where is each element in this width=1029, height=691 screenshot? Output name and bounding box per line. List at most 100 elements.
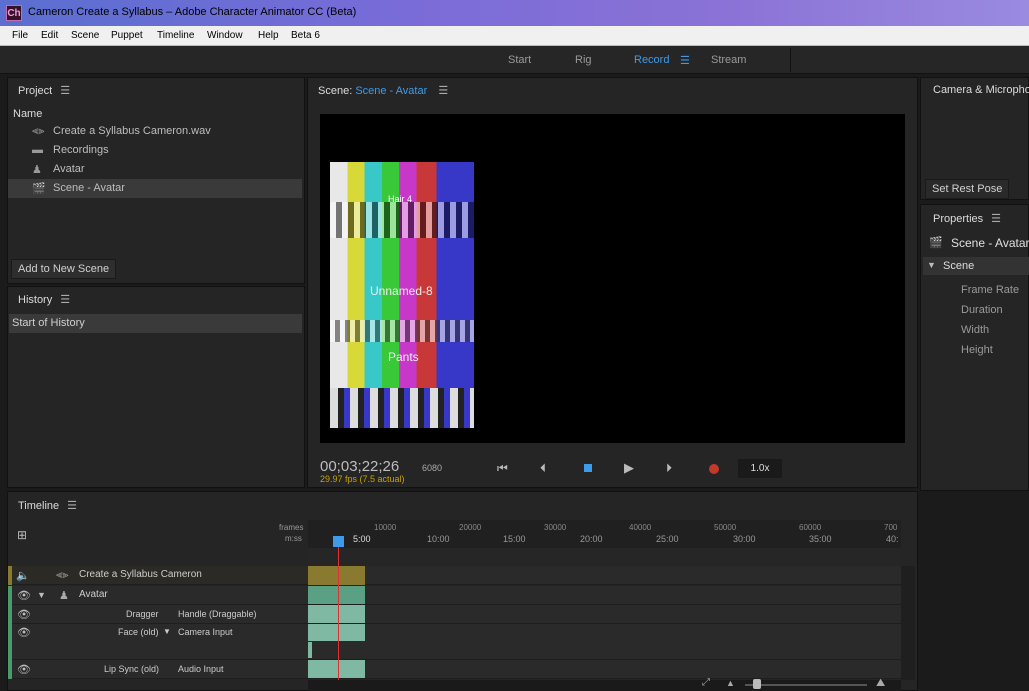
panel-menu-icon[interactable]: ☰ bbox=[67, 499, 77, 512]
vertical-scrollbar[interactable] bbox=[901, 566, 915, 680]
chevron-down-icon[interactable]: ▼ bbox=[37, 590, 46, 600]
menu-edit[interactable]: Edit bbox=[41, 30, 58, 41]
time-tick: 10:00 bbox=[427, 534, 450, 544]
glitch-band bbox=[330, 202, 474, 238]
chevron-down-icon: ▼ bbox=[927, 260, 936, 270]
zoom-fit-icon[interactable]: ⤢ bbox=[702, 677, 710, 688]
eye-icon[interactable]: 👁 bbox=[17, 589, 31, 602]
workspace-rig[interactable]: Rig bbox=[575, 54, 592, 66]
menu-icon[interactable]: ☰ bbox=[680, 54, 690, 67]
audio-clip[interactable] bbox=[308, 566, 365, 585]
behavior-clip[interactable] bbox=[308, 624, 365, 641]
track-color-bar bbox=[8, 624, 12, 660]
track-lane[interactable] bbox=[308, 566, 901, 585]
frame-tick: 50000 bbox=[714, 523, 737, 532]
stop-icon[interactable] bbox=[584, 464, 592, 472]
frame-tick: 60000 bbox=[799, 523, 822, 532]
timecode[interactable]: 00;03;22;26 bbox=[320, 458, 399, 475]
track-lane[interactable] bbox=[308, 624, 901, 660]
track-lane[interactable] bbox=[308, 605, 901, 624]
track-header[interactable]: 👁 Lip Sync (old) Audio Input bbox=[8, 660, 308, 679]
workspace-start[interactable]: Start bbox=[508, 54, 531, 66]
time-label: m:ss bbox=[285, 534, 302, 543]
track-color-bar bbox=[8, 660, 12, 679]
puppet-clip[interactable] bbox=[308, 586, 365, 604]
properties-panel: Properties ☰ 🎬 Scene - Avatar ▼ Scene Fra… bbox=[920, 204, 1029, 491]
section-header[interactable]: ▼ Scene bbox=[923, 257, 1029, 275]
go-to-start-icon[interactable]: ⏮ bbox=[497, 461, 508, 476]
time-tick: 40: bbox=[886, 534, 899, 544]
workspace-bar: Start Rig Record ☰ Stream bbox=[0, 46, 1029, 74]
panel-menu-icon[interactable]: ☰ bbox=[991, 212, 1001, 225]
chevron-down-icon[interactable]: ▼ bbox=[163, 627, 171, 636]
eye-icon[interactable]: 👁 bbox=[17, 608, 31, 621]
step-back-icon[interactable]: ⏴ bbox=[540, 461, 546, 476]
puppet-icon: ♟ bbox=[32, 164, 42, 176]
track-lane[interactable] bbox=[308, 660, 901, 679]
app-logo: Ch bbox=[6, 5, 22, 21]
workspace-stream[interactable]: Stream bbox=[711, 54, 746, 66]
menu-bar: File Edit Scene Puppet Timeline Window H… bbox=[0, 26, 1029, 46]
project-item[interactable]: ♟ Avatar bbox=[8, 160, 302, 179]
zoom-slider[interactable] bbox=[745, 684, 867, 686]
behavior-clip[interactable] bbox=[308, 660, 365, 678]
menu-help[interactable]: Help bbox=[258, 30, 279, 41]
property-label: Duration bbox=[961, 304, 1003, 316]
audio-waveform-icon: ⫷⫸ bbox=[56, 569, 69, 581]
track-lane[interactable] bbox=[308, 586, 901, 605]
set-rest-pose-button[interactable]: Set Rest Pose bbox=[925, 179, 1010, 199]
scene-name[interactable]: Scene - Avatar bbox=[355, 85, 427, 97]
layer-label: Hair 4 bbox=[388, 194, 413, 204]
eye-icon[interactable]: 👁 bbox=[17, 626, 31, 639]
ruler-spacer bbox=[308, 548, 901, 565]
puppet-preview[interactable]: Hair 4 Unnamed-8 Pants bbox=[330, 162, 474, 428]
menu-timeline[interactable]: Timeline bbox=[157, 30, 194, 41]
property-label: Width bbox=[961, 324, 990, 336]
take-clip[interactable] bbox=[308, 642, 312, 658]
track-header[interactable]: 🔈 ⫷⫸ Create a Syllabus Cameron bbox=[8, 566, 308, 585]
play-icon[interactable]: ▶ bbox=[624, 460, 634, 476]
panel-menu-icon[interactable]: ☰ bbox=[60, 293, 70, 306]
zoom-slider-handle[interactable] bbox=[753, 679, 761, 689]
panel-menu-icon[interactable]: ☰ bbox=[60, 84, 70, 97]
project-item[interactable]: 🎬 Scene - Avatar bbox=[8, 179, 302, 198]
add-to-new-scene-button[interactable]: Add to New Scene bbox=[11, 259, 117, 279]
track-color-bar bbox=[8, 586, 12, 605]
record-icon[interactable] bbox=[709, 464, 719, 474]
workspace-record[interactable]: Record bbox=[634, 54, 669, 66]
speaker-icon[interactable]: 🔈 bbox=[16, 569, 30, 582]
layer-label: Unnamed-8 bbox=[370, 284, 433, 298]
step-forward-icon[interactable]: ⏵ bbox=[666, 461, 672, 476]
frame-number[interactable]: 6080 bbox=[422, 463, 442, 473]
project-item[interactable]: ⫷⫸ Create a Syllabus Cameron.wav bbox=[8, 122, 302, 141]
behavior-clip[interactable] bbox=[308, 605, 365, 623]
time-tick: 5:00 bbox=[353, 534, 371, 544]
frame-tick: 10000 bbox=[374, 523, 397, 532]
frame-tick: 30000 bbox=[544, 523, 567, 532]
track-header[interactable]: 👁 ▼ ♟ Avatar bbox=[8, 586, 308, 605]
menu-file[interactable]: File bbox=[12, 30, 28, 41]
menu-puppet[interactable]: Puppet bbox=[111, 30, 143, 41]
glitch-band bbox=[330, 388, 474, 428]
playhead-handle[interactable] bbox=[333, 536, 344, 547]
zoom-in-icon[interactable]: ⛰ bbox=[876, 677, 885, 690]
divider bbox=[790, 48, 791, 72]
playback-speed[interactable]: 1.0x bbox=[738, 459, 782, 478]
menu-scene[interactable]: Scene bbox=[71, 30, 99, 41]
track-header[interactable]: 👁 Dragger Handle (Draggable) bbox=[8, 605, 308, 624]
track-header[interactable]: 👁 Face (old) ▼ Camera Input bbox=[8, 624, 308, 660]
camera-panel: Camera & Microphone Set Rest Pose bbox=[920, 77, 1029, 200]
eye-icon[interactable]: 👁 bbox=[17, 663, 31, 676]
time-tick: 35:00 bbox=[809, 534, 832, 544]
project-item[interactable]: ▬ Recordings bbox=[8, 141, 302, 160]
panel-menu-icon[interactable]: ☰ bbox=[438, 84, 448, 97]
panel-title: History bbox=[18, 294, 53, 306]
properties-scene-name: Scene - Avatar bbox=[951, 236, 1029, 250]
menu-beta[interactable]: Beta 6 bbox=[291, 30, 320, 41]
timeline-options-icon[interactable]: ⊞ bbox=[17, 528, 27, 542]
menu-window[interactable]: Window bbox=[207, 30, 243, 41]
property-label: Height bbox=[961, 344, 993, 356]
property-label: Frame Rate bbox=[961, 284, 1020, 296]
history-item[interactable]: Start of History bbox=[9, 314, 302, 333]
zoom-out-icon[interactable]: ▲ bbox=[726, 678, 735, 688]
